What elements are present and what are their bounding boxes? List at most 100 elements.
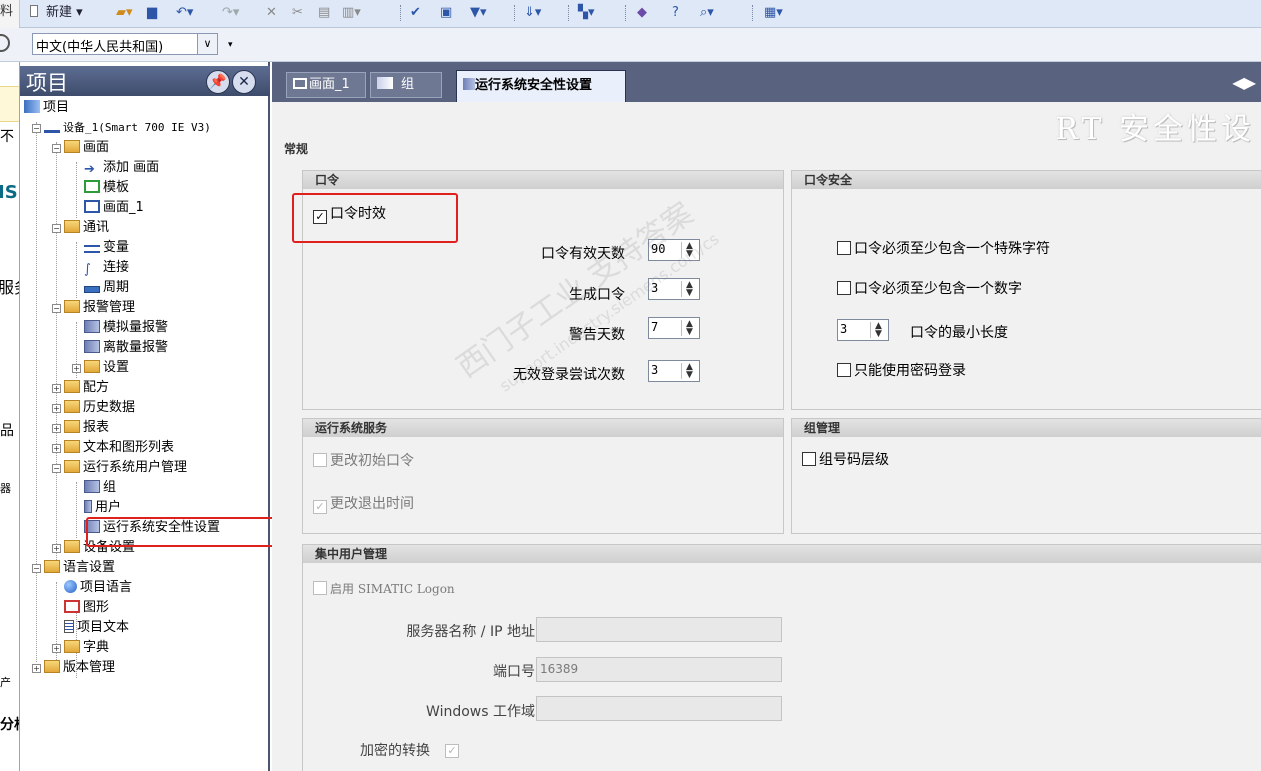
project-tree: 项目 − 设备_1(Smart 700 IE V3) − 画面 ➔ 添加 画面 模…	[20, 98, 268, 768]
port-field[interactable]: 16389	[536, 657, 782, 682]
invalid-login-spinner[interactable]: 3 ▲ ▼	[648, 360, 700, 382]
tree-node-runtime-user-admin[interactable]: 运行系统用户管理	[64, 458, 187, 478]
tree-node-analog-alarms[interactable]: 模拟量报警	[84, 318, 168, 338]
tab-screen-1[interactable]: 画面_1	[286, 72, 366, 98]
tree-node-language-settings[interactable]: 语言设置	[44, 558, 115, 578]
graphics-icon	[64, 600, 80, 613]
tree-node-template[interactable]: 模板	[84, 178, 129, 198]
tree-node-recipes[interactable]: 配方	[64, 378, 109, 398]
tab-groups[interactable]: 组	[370, 72, 442, 98]
save-icon[interactable]: ▆	[147, 3, 157, 23]
paste-icon[interactable]: ▥▾	[342, 3, 361, 23]
min-length-spinner[interactable]: 3 ▲ ▼	[837, 319, 889, 341]
folder-icon	[64, 380, 80, 393]
truncated-window-edge: 料	[0, 0, 20, 28]
cut-icon[interactable]: ✂	[292, 3, 303, 23]
layer-icon[interactable]: ▚▾	[578, 3, 595, 23]
tree-node-cycles[interactable]: 周期	[84, 278, 129, 298]
highlight-box-password-aging	[292, 193, 458, 243]
tree-node-communication[interactable]: 通讯	[64, 218, 109, 238]
valid-days-spinner[interactable]: 90 ▲ ▼	[648, 239, 700, 261]
object-icon[interactable]: ◆	[637, 3, 647, 23]
collapse-icon[interactable]: −	[52, 144, 61, 153]
spinner-arrows-icon[interactable]: ▲ ▼	[681, 320, 697, 337]
compile-icon[interactable]: ▣	[440, 3, 452, 23]
arrow-right-icon[interactable]: ▶	[1244, 73, 1256, 92]
digit-checkbox[interactable]: 口令必须至少包含一个数字	[837, 279, 1022, 299]
expand-icon[interactable]: +	[52, 404, 61, 413]
tree-node-alarm-settings[interactable]: 设置	[84, 358, 129, 378]
search-help-icon[interactable]: ⌕▾	[700, 3, 714, 23]
group-hierarchy-checkbox[interactable]: 组号码层级	[802, 450, 889, 470]
tree-node-groups[interactable]: 组	[84, 478, 116, 498]
spinner-arrows-icon[interactable]: ▲ ▼	[681, 242, 697, 259]
chevron-down-icon[interactable]: ∨	[197, 34, 217, 54]
collapse-icon[interactable]: −	[32, 564, 41, 573]
tree-node-project[interactable]: 项目	[24, 98, 69, 118]
tree-node-project-texts[interactable]: 项目文本	[64, 618, 129, 638]
pin-icon[interactable]: 📌	[206, 70, 230, 94]
expand-icon[interactable]: +	[52, 544, 61, 553]
tree-node-alarm-management[interactable]: 报警管理	[64, 298, 135, 318]
arrow-left-icon[interactable]: ◀	[1232, 73, 1244, 92]
expand-icon[interactable]: +	[52, 444, 61, 453]
simatic-logon-checkbox[interactable]: 启用 SIMATIC Logon	[313, 579, 455, 599]
collapse-icon[interactable]: −	[52, 464, 61, 473]
checkbox-icon	[802, 452, 816, 466]
expand-icon[interactable]: +	[52, 644, 61, 653]
tree-node-add-screen[interactable]: ➔ 添加 画面	[84, 158, 159, 178]
tree-node-connections[interactable]: ∫ 连接	[84, 258, 129, 278]
download-icon[interactable]: ▼▾	[470, 3, 487, 23]
collapse-icon[interactable]: −	[52, 224, 61, 233]
tree-node-users[interactable]: 用户	[84, 498, 121, 518]
tree-node-discrete-alarms[interactable]: 离散量报警	[84, 338, 168, 358]
tree-node-device[interactable]: 设备_1(Smart 700 IE V3)	[44, 118, 211, 138]
undo-icon[interactable]: ↶▾	[176, 3, 193, 23]
tree-node-graphics[interactable]: 图形	[64, 598, 109, 618]
close-icon[interactable]: ✕	[232, 70, 256, 94]
expand-icon[interactable]: +	[72, 364, 81, 373]
server-name-field[interactable]	[536, 617, 782, 642]
tab-scroll-arrows[interactable]: ◀ ▶	[1232, 73, 1256, 92]
generations-spinner[interactable]: 3 ▲ ▼	[648, 278, 700, 300]
tree-node-screens[interactable]: 画面	[64, 138, 109, 158]
template-icon	[84, 180, 100, 193]
expand-icon[interactable]: +	[52, 424, 61, 433]
change-logout-time-checkbox[interactable]: ✓ 更改退出时间	[313, 494, 414, 514]
spinner-arrows-icon[interactable]: ▲ ▼	[681, 363, 697, 380]
spinner-arrows-icon[interactable]: ▲ ▼	[681, 281, 697, 298]
copy-icon[interactable]: ▤	[318, 3, 330, 23]
tree-node-tags[interactable]: 变量	[84, 238, 129, 258]
tree-node-reports[interactable]: 报表	[64, 418, 109, 438]
tab-runtime-security-settings[interactable]: 运行系统安全性设置	[456, 70, 626, 102]
checkbox-label: 组号码层级	[819, 452, 889, 468]
delete-icon[interactable]: ✕	[266, 3, 277, 23]
dropdown-arrow-icon[interactable]: ▾	[228, 40, 233, 50]
tree-node-text-graphic-lists[interactable]: 文本和图形列表	[64, 438, 174, 458]
language-select[interactable]: 中文(中华人民共和国) ∨	[32, 33, 218, 55]
warning-days-spinner[interactable]: 7 ▲ ▼	[648, 317, 700, 339]
window-icon[interactable]: ▦▾	[764, 3, 783, 23]
password-only-checkbox[interactable]: 只能使用密码登录	[837, 361, 966, 381]
tree-node-dictionaries[interactable]: 字典	[64, 638, 109, 658]
collapse-icon[interactable]: −	[32, 124, 41, 133]
collapse-icon[interactable]: −	[52, 304, 61, 313]
open-folder-icon[interactable]: ▰▾	[116, 3, 133, 23]
windows-domain-field[interactable]	[536, 696, 782, 721]
help-icon[interactable]: ?	[672, 3, 679, 23]
tree-node-project-languages[interactable]: 项目语言	[64, 578, 132, 598]
sort-icon[interactable]: ⇓▾	[524, 3, 541, 23]
tree-node-version-management[interactable]: 版本管理	[44, 658, 115, 678]
tree-node-historical-data[interactable]: 历史数据	[64, 398, 135, 418]
new-button[interactable]: 新建 ▾	[30, 3, 83, 23]
tree-node-label: 周期	[103, 280, 130, 295]
expand-icon[interactable]: +	[32, 664, 41, 673]
encrypted-transfer-checkbox[interactable]: ✓	[445, 738, 462, 758]
spinner-arrows-icon[interactable]: ▲ ▼	[870, 322, 886, 339]
check-icon[interactable]: ✔	[410, 3, 421, 23]
special-char-checkbox[interactable]: 口令必须至少包含一个特殊字符	[837, 239, 1050, 259]
expand-icon[interactable]: +	[52, 384, 61, 393]
redo-icon[interactable]: ↷▾	[222, 3, 239, 23]
tree-node-screen-1[interactable]: 画面_1	[84, 198, 144, 218]
change-initial-password-checkbox[interactable]: 更改初始口令	[313, 451, 414, 471]
